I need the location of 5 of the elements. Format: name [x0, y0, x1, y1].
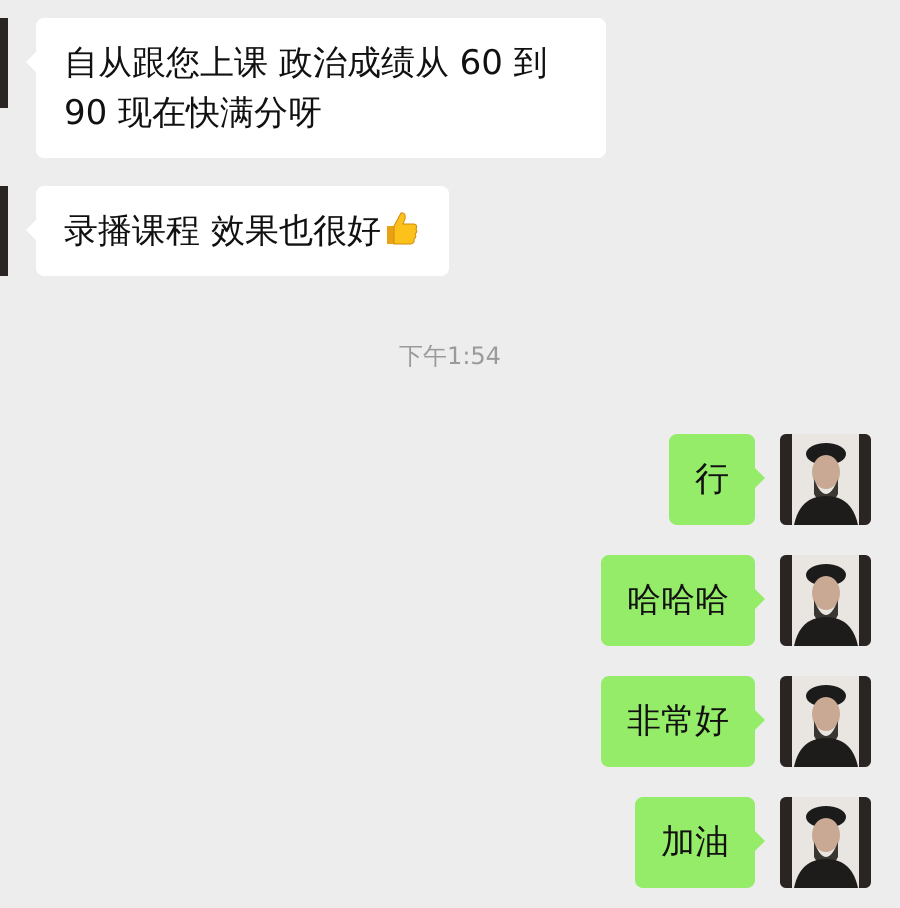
timestamp: 下午1:54: [399, 341, 501, 372]
bubble-tail: [755, 468, 765, 488]
bubble-tail: [755, 589, 765, 609]
bubble-tail: [755, 710, 765, 730]
bubble-tail: [755, 831, 765, 851]
